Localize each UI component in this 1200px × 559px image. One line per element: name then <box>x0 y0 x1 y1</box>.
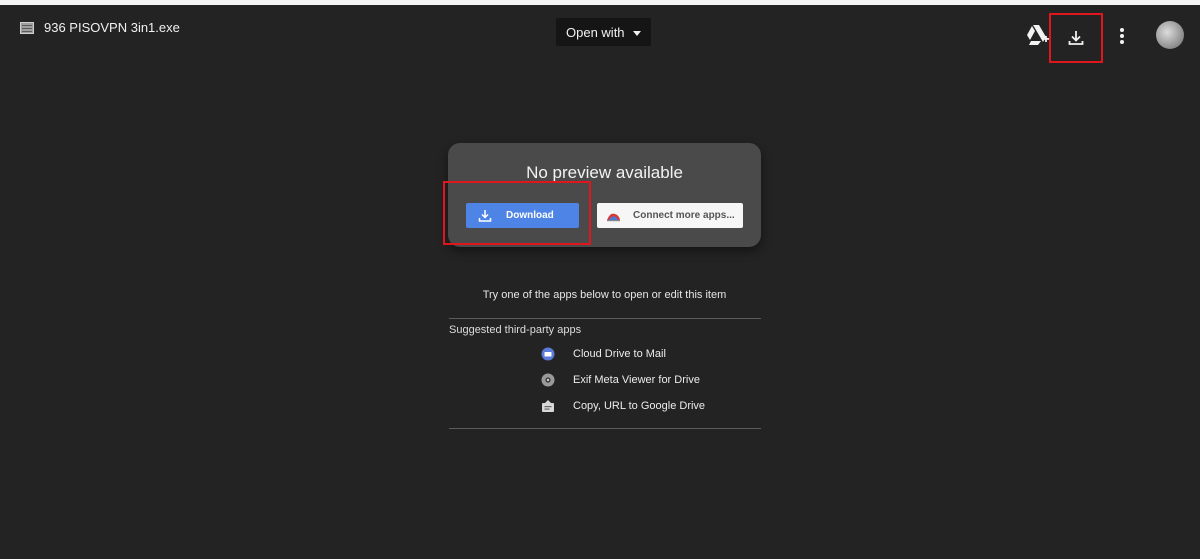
url-app-icon <box>542 400 554 412</box>
mail-app-icon <box>541 347 555 361</box>
connect-apps-icon <box>607 213 620 221</box>
download-icon <box>1068 31 1084 45</box>
file-name: 936 PISOVPN 3in1.exe <box>44 20 180 35</box>
add-to-drive-icon <box>1027 25 1049 45</box>
suggested-apps-title: Suggested third-party apps <box>449 324 582 336</box>
add-to-drive-button[interactable] <box>1026 24 1050 46</box>
app-label: Exif Meta Viewer for Drive <box>573 374 700 386</box>
camera-app-icon <box>541 373 555 387</box>
connect-apps-label: Connect more apps... <box>633 210 735 221</box>
divider-bottom <box>449 428 761 429</box>
top-bar: 936 PISOVPN 3in1.exe Open with <box>0 0 1200 63</box>
open-with-label: Open with <box>566 24 625 40</box>
app-label: Copy, URL to Google Drive <box>573 400 706 412</box>
divider-top <box>449 318 761 319</box>
apps-prompt: Try one of the apps below to open or edi… <box>482 289 727 301</box>
connect-more-apps-button[interactable]: Connect more apps... <box>597 203 743 228</box>
more-vert-icon <box>1120 28 1124 44</box>
no-preview-title: No preview available <box>526 163 683 182</box>
file-title: 936 PISOVPN 3in1.exe <box>20 20 180 35</box>
download-button-top[interactable] <box>1049 13 1103 63</box>
open-with-button[interactable]: Open with <box>556 18 651 46</box>
avatar[interactable] <box>1156 21 1184 49</box>
app-item-cloud-drive-to-mail[interactable]: Cloud Drive to Mail <box>541 347 666 361</box>
chevron-down-icon <box>632 30 641 36</box>
app-item-exif-meta-viewer[interactable]: Exif Meta Viewer for Drive <box>541 373 700 387</box>
download-highlight-box <box>443 181 591 245</box>
app-item-copy-url-to-google-drive[interactable]: Copy, URL to Google Drive <box>541 399 705 413</box>
file-icon <box>20 21 34 34</box>
more-options-button[interactable] <box>1112 24 1132 48</box>
app-label: Cloud Drive to Mail <box>573 348 666 360</box>
